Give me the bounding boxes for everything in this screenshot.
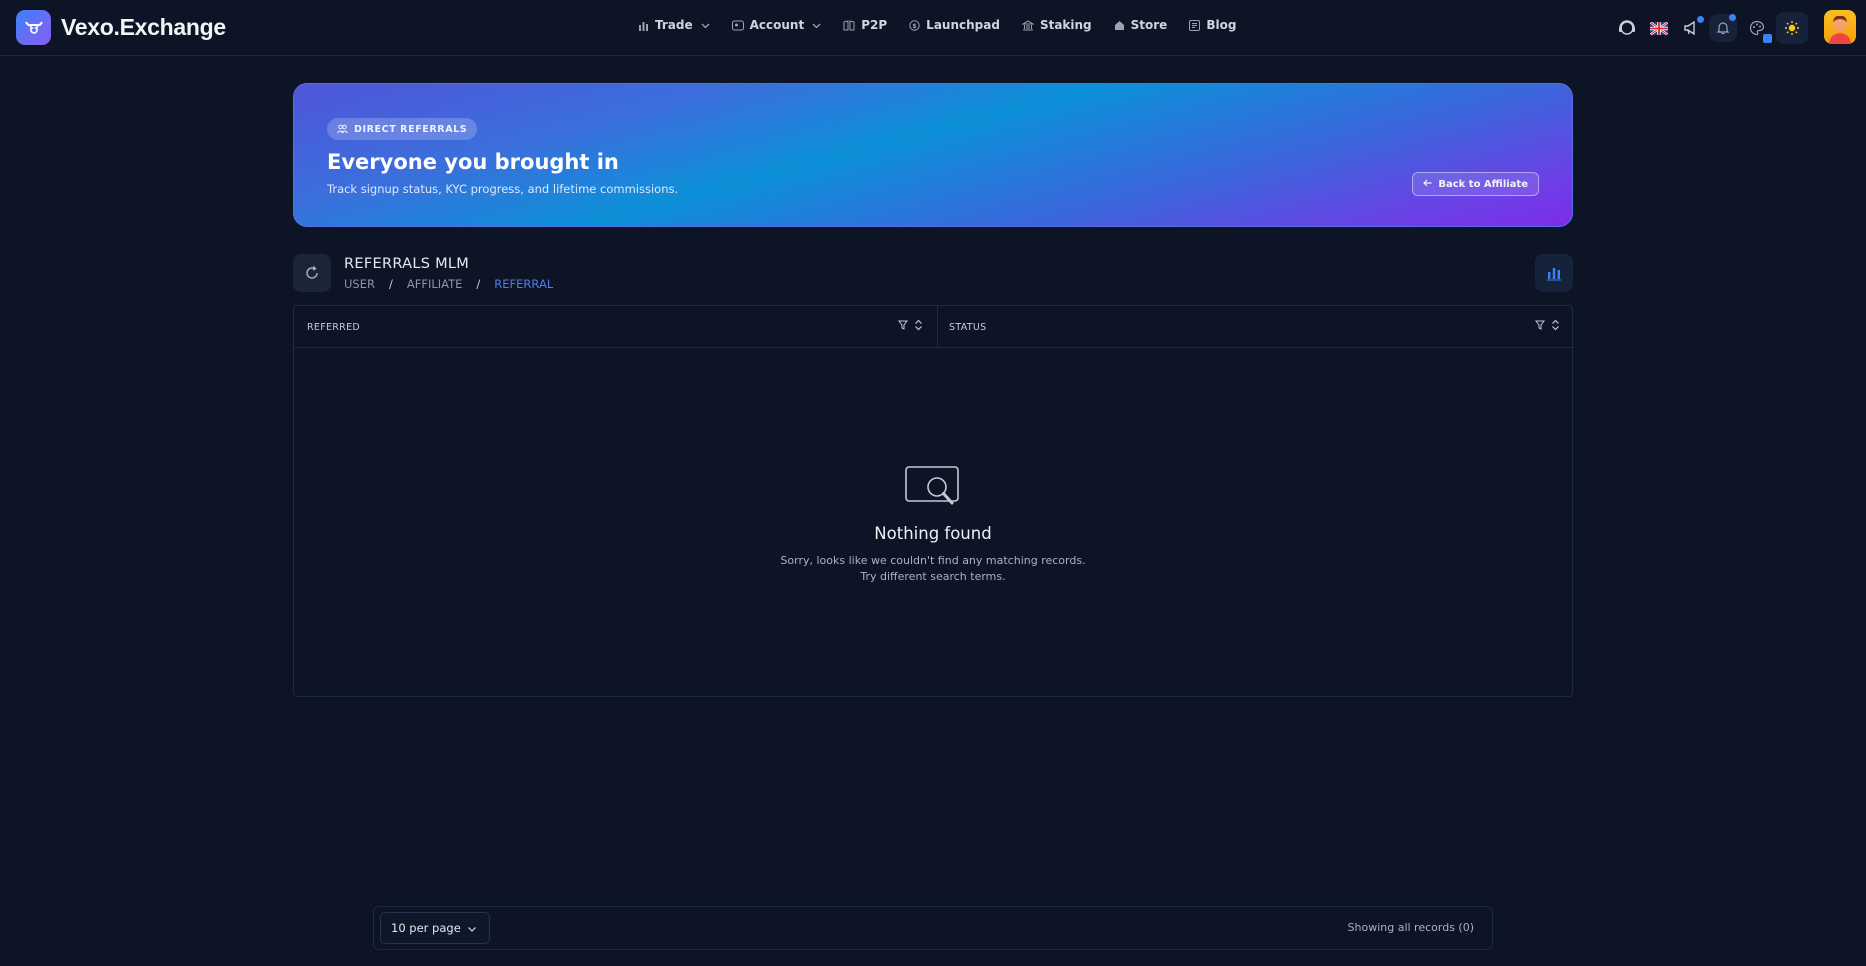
column-tools-referred <box>898 319 929 331</box>
analytics-button[interactable] <box>1535 254 1573 292</box>
nav-item-trade[interactable]: Trade <box>638 18 710 32</box>
store-icon <box>1114 20 1124 30</box>
language-flag-uk-icon[interactable] <box>1645 14 1673 42</box>
palette-icon[interactable] <box>1743 14 1772 43</box>
filter-icon[interactable] <box>898 320 908 330</box>
chevron-down-icon <box>701 23 710 28</box>
bull-logo-icon <box>16 10 51 45</box>
breadcrumb: USER / AFFILIATE / REFERRAL <box>344 277 553 291</box>
nav-label: P2P <box>861 18 888 32</box>
hero-badge-label: DIRECT REFERRALS <box>354 123 468 135</box>
breadcrumb-affiliate[interactable]: AFFILIATE <box>407 277 463 291</box>
bell-icon[interactable] <box>1709 14 1737 42</box>
sort-icon[interactable] <box>1551 319 1560 331</box>
theme-color-swatch <box>1763 34 1772 43</box>
page-title: REFERRALS MLM <box>344 256 470 272</box>
per-page-select[interactable]: 10 per page <box>380 912 490 944</box>
hero-badge: DIRECT REFERRALS <box>327 118 478 140</box>
chevron-down-icon <box>812 23 821 28</box>
bar-chart-icon <box>1547 268 1561 281</box>
column-header-referred[interactable]: REFERRED <box>307 306 360 348</box>
nav-label: Store <box>1130 18 1168 32</box>
main-nav: Trade Account P2P $ Launchpad Staking St… <box>638 18 1258 32</box>
breadcrumb-separator: / <box>388 277 393 291</box>
p2p-icon <box>843 19 855 30</box>
empty-state-title: Nothing found <box>874 524 992 543</box>
account-icon <box>731 20 744 30</box>
nav-label: Staking <box>1039 18 1092 32</box>
nav-label: Account <box>749 18 805 32</box>
breadcrumb-user[interactable]: USER <box>344 277 375 291</box>
hero-subtitle: Track signup status, KYC progress, and l… <box>327 182 679 196</box>
nav-label: Launchpad <box>926 18 1000 32</box>
newspaper-icon <box>1189 19 1201 31</box>
empty-state <box>294 466 1572 514</box>
notification-dot <box>1729 14 1736 21</box>
back-to-affiliate-button[interactable]: Back to Affiliate <box>1412 172 1539 196</box>
top-navbar: Vexo.Exchange Trade Account P2P $ Launch… <box>0 0 1866 56</box>
nav-item-store[interactable]: Store <box>1114 18 1168 32</box>
brand-name: Vexo.Exchange <box>61 14 226 40</box>
nav-label: Trade <box>655 18 693 32</box>
sort-icon[interactable] <box>914 319 923 331</box>
refresh-button[interactable] <box>293 254 331 292</box>
per-page-value: 10 per page <box>391 921 461 935</box>
empty-state-line: Try different search terms. <box>860 570 1006 583</box>
sun-icon[interactable] <box>1776 12 1808 44</box>
hero-banner: DIRECT REFERRALS Everyone you brought in… <box>293 83 1573 227</box>
hero-title: Everyone you brought in <box>327 150 619 174</box>
arrow-left-icon <box>1423 179 1432 190</box>
nav-item-account[interactable]: Account <box>731 18 822 32</box>
coin-icon: $ <box>909 19 920 31</box>
brand[interactable]: Vexo.Exchange <box>16 10 226 45</box>
empty-state-line: Sorry, looks like we couldn't find any m… <box>780 554 1086 567</box>
refresh-icon <box>306 266 318 279</box>
nav-label: Blog <box>1206 18 1237 32</box>
column-divider <box>937 306 938 348</box>
bar-chart-icon <box>639 21 648 31</box>
nav-item-p2p[interactable]: P2P <box>843 18 887 32</box>
bank-icon <box>1021 19 1034 30</box>
back-button-label: Back to Affiliate <box>1438 178 1528 190</box>
svg-text:$: $ <box>913 23 917 30</box>
nav-item-launchpad[interactable]: $ Launchpad <box>909 18 1000 32</box>
user-avatar[interactable] <box>1824 10 1856 44</box>
search-not-found-icon <box>905 466 959 505</box>
records-count: Showing all records (0) <box>1347 921 1474 934</box>
notification-dot <box>1697 16 1704 23</box>
breadcrumb-referral: REFERRAL <box>494 277 554 291</box>
breadcrumb-separator: / <box>476 277 481 291</box>
empty-state-message: Sorry, looks like we couldn't find any m… <box>294 553 1572 585</box>
nav-item-blog[interactable]: Blog <box>1189 18 1236 32</box>
column-header-status[interactable]: STATUS <box>949 306 986 348</box>
support-icon[interactable] <box>1613 14 1641 42</box>
filter-icon[interactable] <box>1535 320 1545 330</box>
announcement-icon[interactable] <box>1677 14 1705 42</box>
column-tools-status <box>1535 319 1566 331</box>
nav-item-staking[interactable]: Staking <box>1021 18 1092 32</box>
referrals-table: REFERRED STATUS Nothing found Sorry, loo… <box>293 305 1573 697</box>
users-icon <box>337 124 348 134</box>
table-header: REFERRED STATUS <box>294 306 1572 348</box>
pagination-bar: 10 per page Showing all records (0) <box>373 906 1493 950</box>
chevron-down-icon <box>468 927 476 932</box>
